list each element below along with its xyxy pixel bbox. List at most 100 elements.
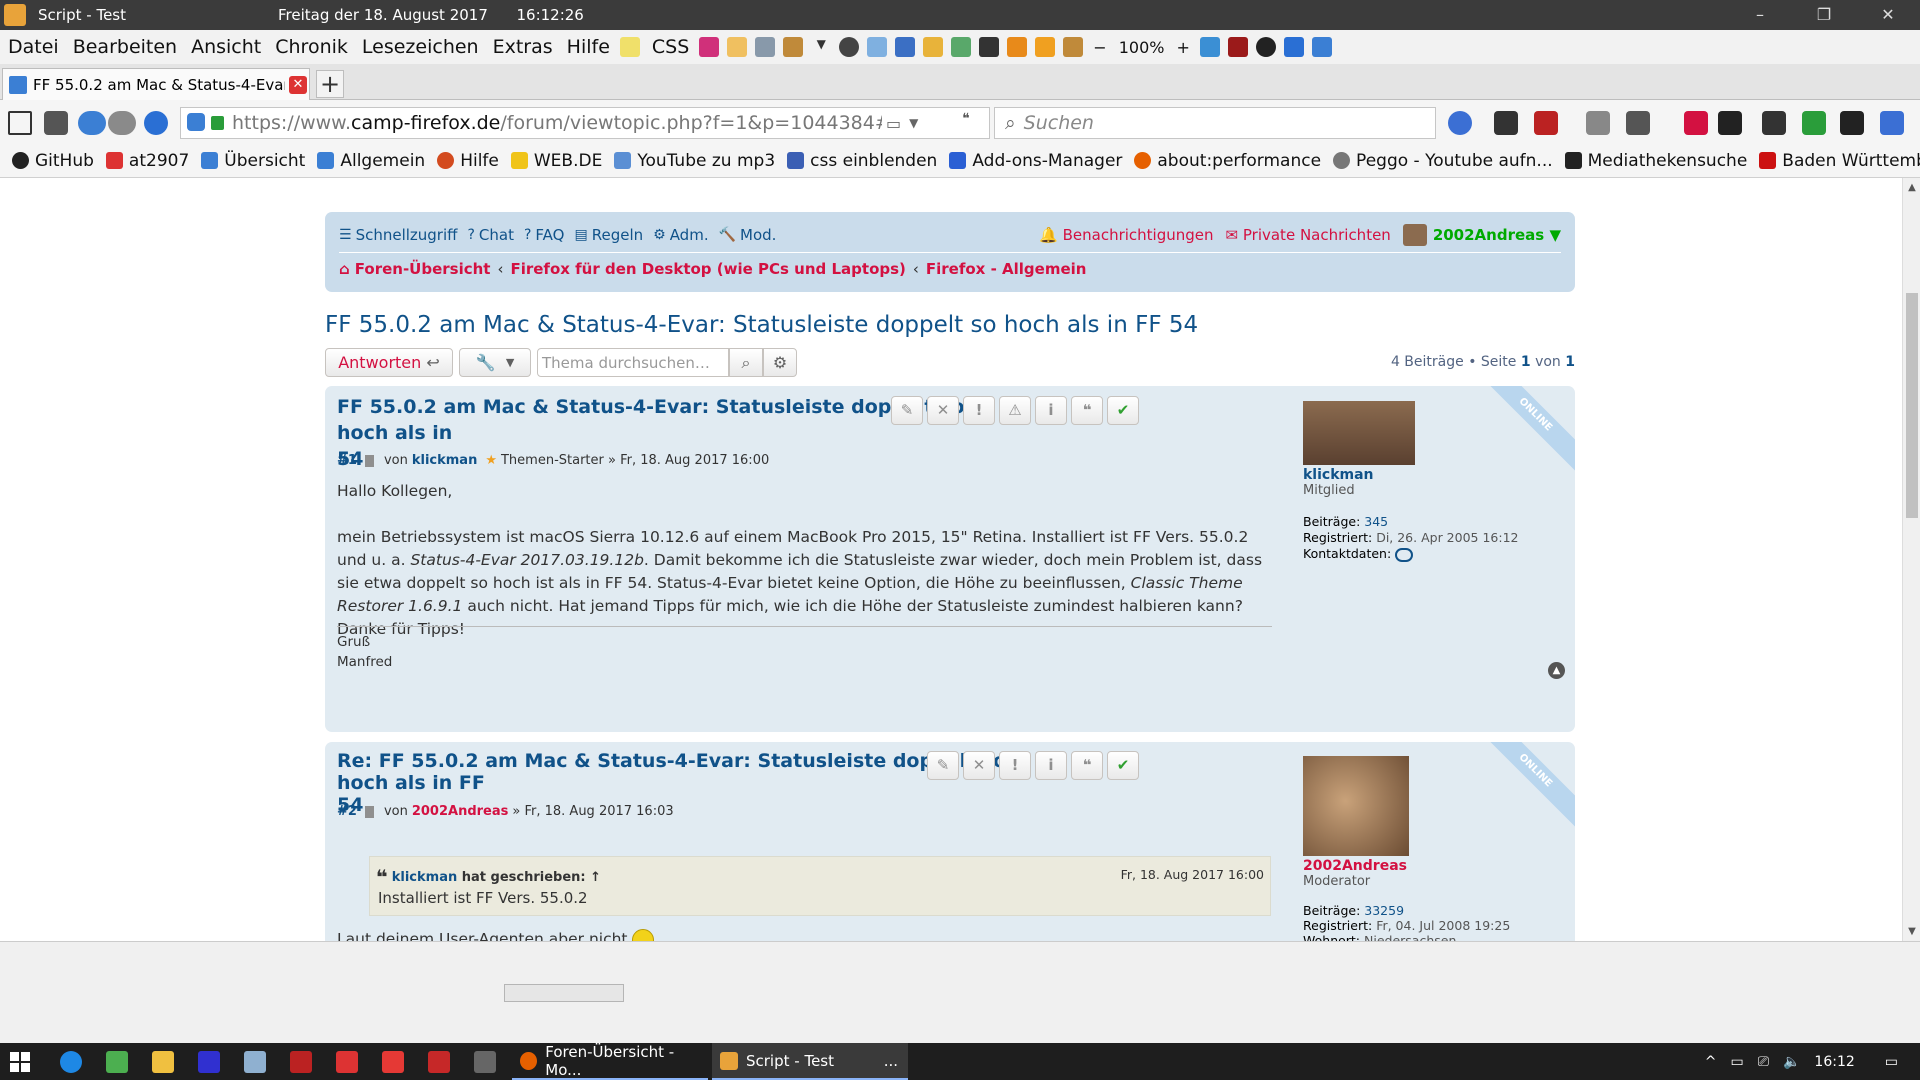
edit-icon[interactable]: ✎ xyxy=(891,396,923,425)
page-scrollbar[interactable]: ▲ ▼ xyxy=(1902,178,1920,941)
private-messages-link[interactable]: ✉ Private Nachrichten xyxy=(1226,226,1391,244)
new-tab-button[interactable]: + xyxy=(316,70,344,98)
delete-icon[interactable]: ✕ xyxy=(963,751,995,780)
folder-icon[interactable] xyxy=(923,37,944,57)
notepad-icon[interactable] xyxy=(619,37,640,57)
info-icon[interactable] xyxy=(144,111,168,135)
volume-icon[interactable]: 🔈 xyxy=(1783,1054,1800,1070)
reader-view-icon[interactable]: ▭ xyxy=(886,114,901,133)
list-icon[interactable] xyxy=(44,111,68,135)
search-icon[interactable]: ⌕ xyxy=(729,348,763,377)
windows-start-icon[interactable] xyxy=(10,1052,30,1072)
window-icon[interactable] xyxy=(895,37,916,57)
back-button-icon[interactable] xyxy=(78,111,106,135)
warn-icon[interactable]: ! xyxy=(999,751,1031,780)
gear-icon[interactable]: ⚙ xyxy=(763,348,797,377)
scrollbar-thumb[interactable] xyxy=(1906,293,1918,518)
notification-center-icon[interactable]: ▭ xyxy=(1885,1054,1898,1070)
scissors-icon[interactable] xyxy=(1586,111,1610,135)
play-icon[interactable] xyxy=(1255,37,1276,57)
warn-icon[interactable]: ! xyxy=(963,396,995,425)
back-to-top-icon[interactable]: ▲ xyxy=(1548,662,1565,679)
post-author[interactable]: klickman xyxy=(412,453,477,468)
url-value[interactable]: https://www.camp-firefox.de/forum/viewto… xyxy=(232,112,882,134)
puzzle-icon[interactable] xyxy=(1283,37,1304,57)
bookmark-hilfe[interactable]: Hilfe xyxy=(437,151,499,171)
clipboard-icon[interactable] xyxy=(1626,111,1650,135)
quote-icon[interactable]: ❝ xyxy=(1071,751,1103,780)
sync-globe-icon[interactable] xyxy=(1448,111,1472,135)
bookmark-about-performance[interactable]: about:performance xyxy=(1134,151,1321,171)
zoom-in-button[interactable]: + xyxy=(1176,38,1189,57)
reply-button[interactable]: Antworten ↩ xyxy=(325,348,453,377)
bookmark-addons-manager[interactable]: Add-ons-Manager xyxy=(949,151,1122,171)
screenshot-icon[interactable] xyxy=(755,37,776,57)
bookmark-uebersicht[interactable]: Übersicht xyxy=(201,151,305,171)
bookmark-css-einblenden[interactable]: css einblenden xyxy=(787,151,937,171)
notes-icon[interactable] xyxy=(727,37,748,57)
green-bookmark-icon[interactable] xyxy=(1802,111,1826,135)
notepad-app-icon[interactable] xyxy=(106,1051,128,1073)
network-icon[interactable]: ⎚ xyxy=(1758,1054,1769,1070)
delete-icon[interactable]: ✕ xyxy=(927,396,959,425)
grid-icon[interactable] xyxy=(1762,111,1786,135)
minimize-button[interactable]: – xyxy=(1728,0,1792,30)
bookmark-github[interactable]: GitHub xyxy=(12,151,94,171)
chat-link[interactable]: ? Chat xyxy=(467,226,514,244)
info-icon[interactable]: i xyxy=(1035,396,1067,425)
menu-chronik[interactable]: Chronik xyxy=(275,36,348,58)
topic-tools-button[interactable]: 🔧 ▼ xyxy=(459,348,531,377)
menu-lesezeichen[interactable]: Lesezeichen xyxy=(362,36,479,58)
info-icon[interactable]: i xyxy=(1035,751,1067,780)
contact-chat-icon[interactable] xyxy=(1395,547,1414,562)
gear-icon[interactable] xyxy=(839,37,860,57)
topic-title[interactable]: FF 55.0.2 am Mac & Status-4-Evar: Status… xyxy=(325,312,1198,338)
breadcrumb-desktop[interactable]: Firefox für den Desktop (wie PCs und Lap… xyxy=(510,260,905,278)
task-script-test[interactable]: Script - Test ... xyxy=(712,1043,908,1080)
bookmark-allgemein[interactable]: Allgemein xyxy=(317,151,425,171)
download-icon[interactable] xyxy=(1035,37,1056,57)
bookmark-webde[interactable]: WEB.DE xyxy=(510,151,602,171)
moderator-link[interactable]: 🔨 Mod. xyxy=(719,226,777,244)
fx-icon[interactable] xyxy=(1311,37,1332,57)
people-icon[interactable] xyxy=(1840,111,1864,135)
menu-datei[interactable]: Datei xyxy=(8,36,59,58)
sync-icon[interactable] xyxy=(1199,37,1220,57)
tray-clock[interactable]: 16:12 xyxy=(1814,1054,1854,1070)
post-number[interactable]: #2 xyxy=(337,804,357,819)
pdf-app-icon[interactable] xyxy=(382,1051,404,1073)
zoom-level[interactable]: 100% xyxy=(1119,38,1165,57)
quote-author[interactable]: klickman xyxy=(392,870,457,885)
feather-app-icon[interactable] xyxy=(244,1051,266,1073)
hamburger-menu-icon[interactable] xyxy=(1494,111,1518,135)
url-bar[interactable]: https://www.camp-firefox.de/forum/viewto… xyxy=(180,107,990,139)
faq-link[interactable]: ? FAQ xyxy=(524,226,565,244)
menu-hilfe[interactable]: Hilfe xyxy=(567,36,610,58)
rules-link[interactable]: ▤ Regeln xyxy=(574,226,643,244)
breadcrumb-allgemein[interactable]: Firefox - Allgemein xyxy=(926,260,1087,278)
edit-icon[interactable] xyxy=(1718,111,1742,135)
device-app-icon[interactable] xyxy=(474,1051,496,1073)
dropdown-arrow-icon[interactable]: ▼ xyxy=(811,37,831,57)
bookmark-mediathekensuche[interactable]: Mediathekensuche xyxy=(1564,151,1747,171)
palette-icon[interactable] xyxy=(951,37,972,57)
quote-icon[interactable]: ❝ xyxy=(954,111,978,135)
forward-button-icon[interactable] xyxy=(108,111,136,135)
f-app-icon[interactable] xyxy=(198,1051,220,1073)
menu-ansicht[interactable]: Ansicht xyxy=(191,36,261,58)
close-window-button[interactable]: ✕ xyxy=(1856,0,1920,30)
scroll-up-icon[interactable]: ▲ xyxy=(1903,182,1920,193)
media-app-icon[interactable] xyxy=(290,1051,312,1073)
bookmark-peggo[interactable]: Peggo - Youtube aufn... xyxy=(1333,151,1553,171)
close-tab-icon[interactable]: ✕ xyxy=(289,75,307,94)
bookmark-baden-wuerttemberg[interactable]: Baden Württemberg xyxy=(1759,151,1920,171)
monkey2-icon[interactable] xyxy=(1063,37,1084,57)
topic-search-input[interactable]: Thema durchsuchen… xyxy=(537,348,729,377)
edge-icon[interactable] xyxy=(60,1051,82,1073)
bookmark-at2907[interactable]: at2907 xyxy=(105,151,189,171)
menu-extras[interactable]: Extras xyxy=(493,36,553,58)
pocket-icon[interactable] xyxy=(1684,111,1708,135)
bookmark-youtube-mp3[interactable]: YouTube zu mp3 xyxy=(614,151,775,171)
monitor-icon[interactable] xyxy=(1880,111,1904,135)
url-dropdown-icon[interactable]: ▼ xyxy=(909,116,918,130)
